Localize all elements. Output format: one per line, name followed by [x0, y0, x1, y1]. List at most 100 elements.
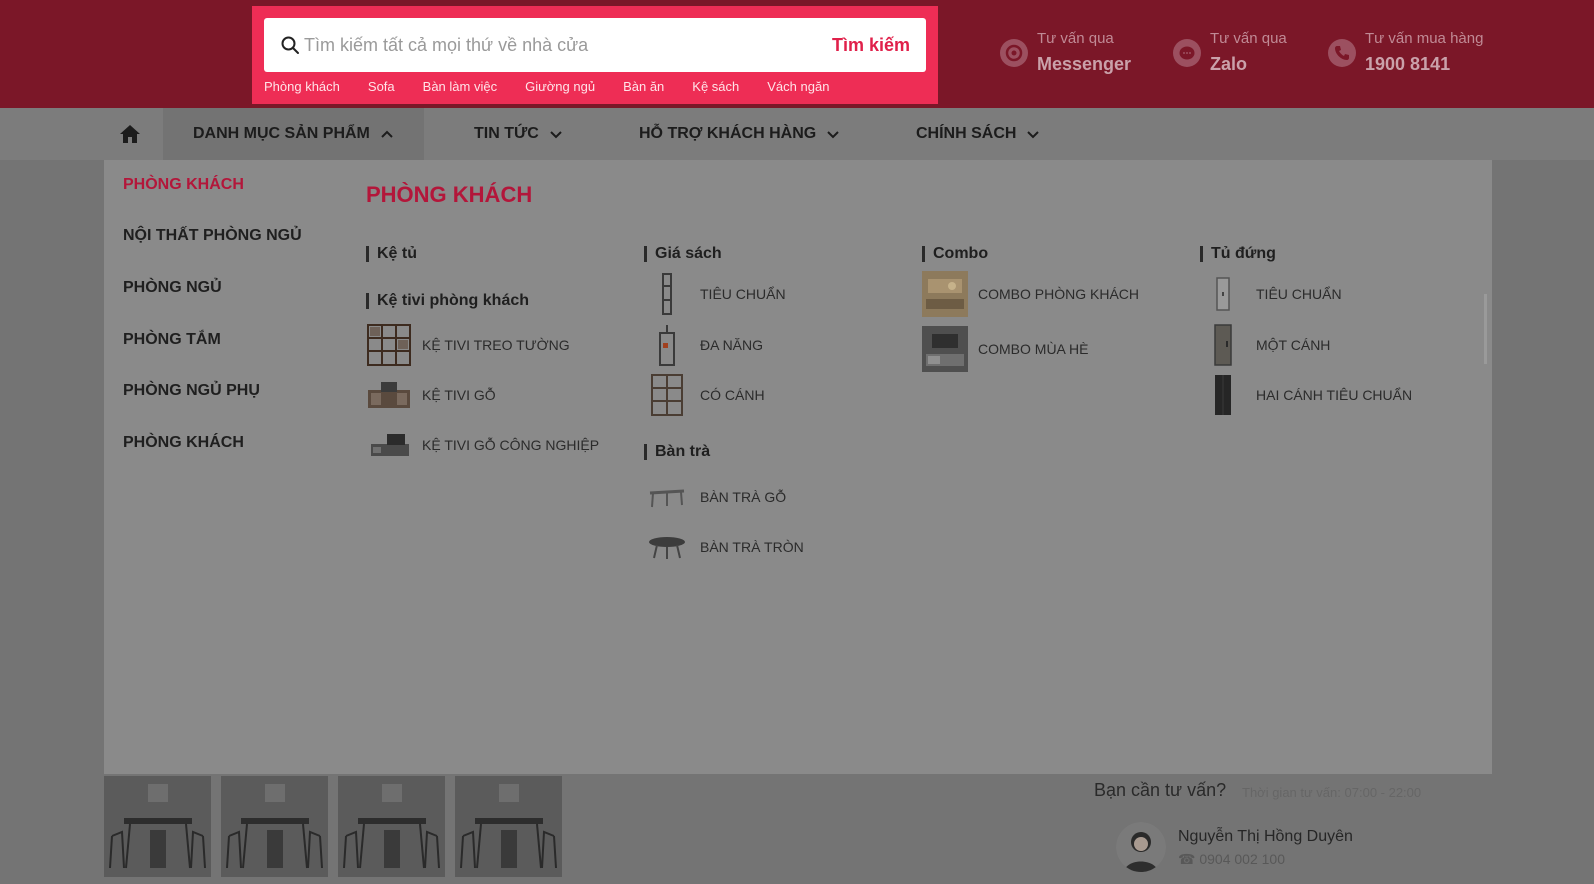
- product-label: KỆ TIVI GỖ CÔNG NGHIỆP: [422, 437, 600, 453]
- product-link[interactable]: TIÊU CHUẨN: [644, 271, 786, 317]
- nav-label: CHÍNH SÁCH: [916, 125, 1017, 142]
- consultation-widget: Bạn cần tư vấn? Thời gian tư vấn: 07:00 …: [1084, 776, 1492, 884]
- category-item[interactable]: PHÒNG KHÁCH: [123, 434, 244, 452]
- header-bar: Tìm kiếm Phòng khách Sofa Bàn làm việc G…: [0, 0, 1594, 108]
- search-box: Tìm kiếm: [264, 18, 926, 72]
- contact-label: Tư vấn mua hàng: [1365, 30, 1484, 47]
- quick-link[interactable]: Kệ sách: [692, 79, 739, 94]
- consultation-hours: Thời gian tư vấn: 07:00 - 22:00: [1242, 785, 1421, 800]
- gallery-thumbnail[interactable]: [104, 776, 211, 877]
- gallery-thumbnail[interactable]: [455, 776, 562, 877]
- hours-value: 07:00 - 22:00: [1344, 785, 1422, 800]
- scrollbar[interactable]: [1484, 294, 1487, 364]
- category-item[interactable]: PHÒNG TẮM: [123, 331, 221, 349]
- product-gallery: [104, 776, 562, 877]
- product-label: ĐA NĂNG: [700, 337, 764, 353]
- contact-value: 1900 8141: [1365, 54, 1451, 74]
- product-link[interactable]: KỆ TIVI TREO TƯỜNG: [366, 322, 570, 368]
- quick-link[interactable]: Bàn ăn: [623, 79, 664, 94]
- nav-product-catalog[interactable]: DANH MỤC SẢN PHẨM: [163, 108, 424, 160]
- wardrobe-thumbnail: [1200, 271, 1246, 317]
- group-heading[interactable]: Kệ tủ: [366, 246, 417, 262]
- combo-thumbnail: [922, 326, 968, 372]
- contact-label: Tư vấn qua: [1210, 30, 1287, 47]
- contact-zalo[interactable]: Tư vấn qua Zalo: [1173, 28, 1287, 78]
- quick-link[interactable]: Sofa: [368, 79, 395, 94]
- tv-shelf-thumbnail: [366, 322, 412, 368]
- contact-label: Tư vấn qua: [1037, 30, 1114, 47]
- hours-label: Thời gian tư vấn:: [1242, 785, 1341, 800]
- quick-link[interactable]: Vách ngăn: [767, 79, 829, 94]
- group-heading[interactable]: Combo: [922, 246, 988, 262]
- nav-policy[interactable]: CHÍNH SÁCH: [916, 108, 1040, 160]
- agent-name: Nguyễn Thị Hồng Duyên: [1178, 828, 1353, 845]
- product-label: BÀN TRÀ GỖ: [700, 489, 787, 505]
- zalo-icon: [1173, 39, 1201, 67]
- category-item[interactable]: PHÒNG NGỦ: [123, 279, 222, 297]
- quick-link[interactable]: Phòng khách: [264, 79, 340, 94]
- avatar: [1116, 822, 1166, 872]
- group-heading[interactable]: Kệ tivi phòng khách: [366, 293, 529, 309]
- category-item[interactable]: PHÒNG KHÁCH: [123, 176, 244, 194]
- product-link[interactable]: BÀN TRÀ TRÒN: [644, 524, 804, 570]
- search-input[interactable]: [304, 18, 804, 72]
- mega-menu: PHÒNG KHÁCH NỘI THẤT PHÒNG NGỦ PHÒNG NGỦ…: [104, 160, 1492, 774]
- bookshelf-thumbnail: [644, 322, 690, 368]
- product-label: KỆ TIVI GỖ: [422, 387, 496, 403]
- quick-links: Phòng khách Sofa Bàn làm việc Giường ngủ…: [264, 79, 857, 94]
- main-nav: DANH MỤC SẢN PHẨM TIN TỨC HỖ TRỢ KHÁCH H…: [0, 108, 1594, 160]
- product-link[interactable]: MỘT CÁNH: [1200, 322, 1330, 368]
- product-label: BÀN TRÀ TRÒN: [700, 539, 804, 555]
- product-label: TIÊU CHUẨN: [700, 286, 786, 302]
- phone-icon: [1328, 39, 1356, 67]
- product-link[interactable]: ĐA NĂNG: [644, 322, 763, 368]
- product-label: KỆ TIVI TREO TƯỜNG: [422, 337, 570, 353]
- product-label: COMBO MÙA HÈ: [978, 341, 1089, 357]
- coffee-table-thumbnail: [644, 474, 690, 520]
- wardrobe-thumbnail: [1200, 372, 1246, 418]
- group-heading[interactable]: Tủ đứng: [1200, 246, 1276, 262]
- nav-label: TIN TỨC: [474, 125, 539, 142]
- contact-value: Zalo: [1210, 54, 1248, 74]
- product-link[interactable]: COMBO PHÒNG KHÁCH: [922, 271, 1139, 317]
- search-button[interactable]: Tìm kiếm: [832, 18, 910, 72]
- bookshelf-thumbnail: [644, 372, 690, 418]
- nav-label: HỖ TRỢ KHÁCH HÀNG: [639, 125, 817, 142]
- product-link[interactable]: CÓ CÁNH: [644, 372, 765, 418]
- product-link[interactable]: BÀN TRÀ GỖ: [644, 474, 786, 520]
- consultation-title: Bạn cần tư vấn?: [1094, 780, 1227, 800]
- category-item[interactable]: PHÒNG NGỦ PHỤ: [123, 382, 260, 400]
- group-heading[interactable]: Giá sách: [644, 246, 722, 262]
- quick-link[interactable]: Bàn làm việc: [423, 79, 497, 94]
- nav-label: DANH MỤC SẢN PHẨM: [193, 125, 370, 142]
- product-label: TIÊU CHUẨN: [1256, 286, 1342, 302]
- gallery-thumbnail[interactable]: [221, 776, 328, 877]
- category-list: PHÒNG KHÁCH NỘI THẤT PHÒNG NGỦ PHÒNG NGỦ…: [104, 160, 340, 774]
- nav-customer-support[interactable]: HỖ TRỢ KHÁCH HÀNG: [639, 108, 840, 160]
- product-link[interactable]: COMBO MÙA HÈ: [922, 326, 1088, 372]
- gallery-thumbnail[interactable]: [338, 776, 445, 877]
- agent-phone[interactable]: ☎ 0904 002 100: [1178, 851, 1285, 868]
- nav-news[interactable]: TIN TỨC: [474, 108, 563, 160]
- product-link[interactable]: HAI CÁNH TIÊU CHUẨN: [1200, 372, 1412, 418]
- product-link[interactable]: TIÊU CHUẨN: [1200, 271, 1342, 317]
- product-label: MỘT CÁNH: [1256, 337, 1331, 353]
- combo-thumbnail: [922, 271, 968, 317]
- chevron-down-icon: [827, 131, 839, 139]
- contact-messenger[interactable]: Tư vấn qua Messenger: [1000, 28, 1131, 78]
- search-block: Tìm kiếm Phòng khách Sofa Bàn làm việc G…: [252, 6, 938, 104]
- search-icon: [281, 36, 299, 54]
- chevron-down-icon: [550, 131, 562, 139]
- product-link[interactable]: KỆ TIVI GỖ CÔNG NGHIỆP: [366, 422, 599, 468]
- product-link[interactable]: KỆ TIVI GỖ: [366, 372, 496, 418]
- home-icon[interactable]: [119, 123, 141, 145]
- wardrobe-thumbnail: [1200, 322, 1246, 368]
- contact-phone[interactable]: Tư vấn mua hàng 1900 8141: [1328, 28, 1483, 78]
- agent-phone-number: 0904 002 100: [1199, 851, 1285, 867]
- group-heading[interactable]: Bàn trà: [644, 444, 710, 460]
- messenger-icon: [1000, 39, 1028, 67]
- panel-title: PHÒNG KHÁCH: [366, 182, 533, 207]
- category-item[interactable]: NỘI THẤT PHÒNG NGỦ: [123, 227, 302, 245]
- bookshelf-thumbnail: [644, 271, 690, 317]
- quick-link[interactable]: Giường ngủ: [525, 79, 595, 94]
